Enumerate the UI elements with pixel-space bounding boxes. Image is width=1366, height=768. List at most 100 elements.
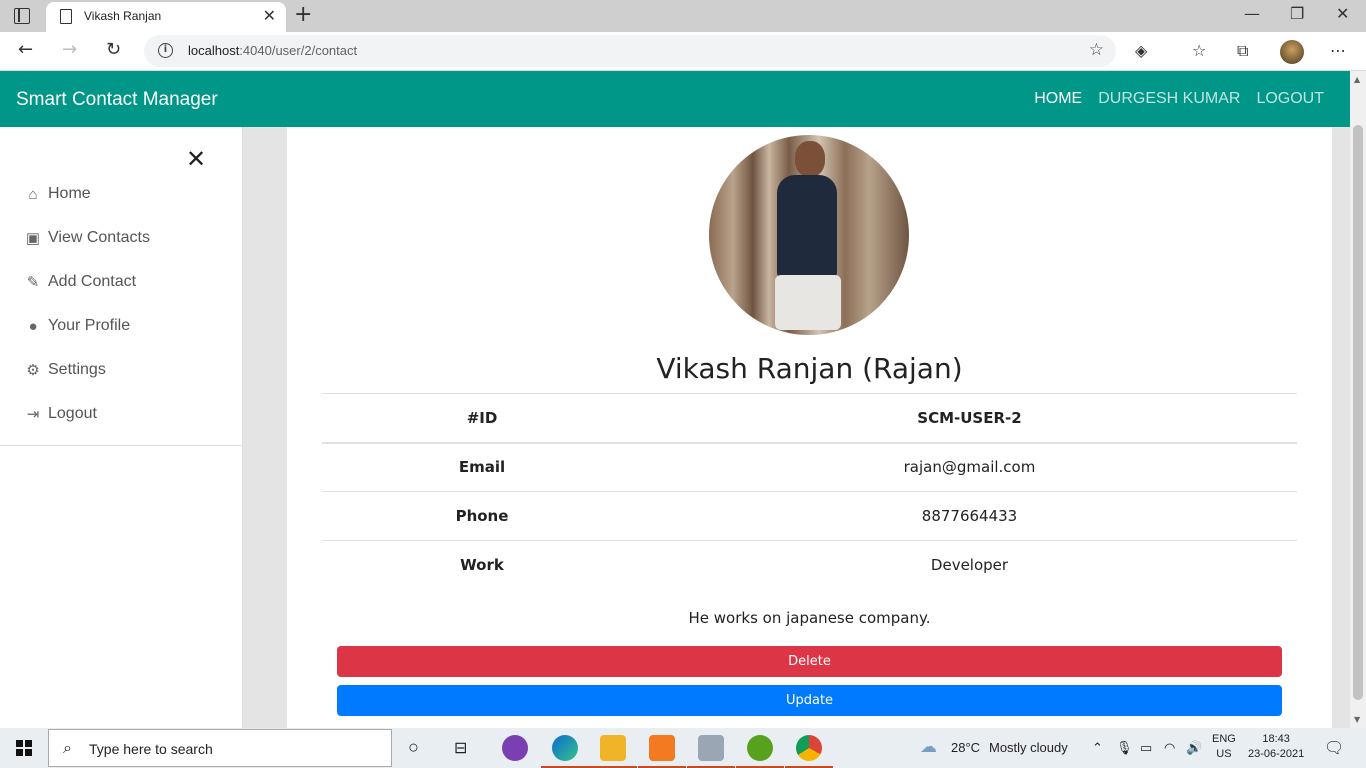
contact-name: Vikash Ranjan (Rajan)	[656, 352, 963, 385]
clock-date: 23-06-2021	[1248, 748, 1305, 760]
more-icon[interactable]: ⋯	[1330, 41, 1346, 60]
tab-actions-icon[interactable]	[14, 8, 30, 24]
browser-tab[interactable]: Vikash Ranjan ✕	[46, 2, 286, 32]
update-button[interactable]: Update	[337, 685, 1282, 716]
sidebar-item-settings[interactable]: ⚙ Settings	[24, 361, 106, 379]
file-explorer-icon[interactable]	[589, 735, 637, 768]
sidebar-item-logout[interactable]: ⇥ Logout	[24, 405, 97, 423]
sidebar: ✕ ⌂ Home ▣ View Contacts ✎ Add Contact ●…	[0, 127, 243, 728]
close-sidebar-icon[interactable]: ✕	[186, 145, 206, 173]
weather-icon[interactable]: ☁	[920, 737, 937, 757]
sidebar-item-label: Settings	[48, 361, 106, 378]
close-window-icon[interactable]: ✕	[1336, 4, 1349, 23]
chrome-icon[interactable]	[785, 735, 833, 768]
contact-photo	[709, 135, 909, 335]
cortana-icon[interactable]: ○	[408, 737, 419, 758]
browser-toolbar: ← → ↻ i localhost:4040/user/2/contact ☆ …	[0, 32, 1366, 71]
contact-description: He works on japanese company.	[688, 609, 931, 627]
table-cell-value: rajan@gmail.com	[642, 442, 1297, 492]
table-cell-key: Phone	[322, 491, 642, 541]
nav-home-link[interactable]: HOME	[1034, 90, 1082, 108]
microphone-icon[interactable]: 🎙	[1116, 740, 1133, 756]
brand-title[interactable]: Smart Contact Manager	[16, 89, 218, 111]
forward-icon[interactable]: →	[62, 39, 77, 60]
nav-user-link[interactable]: DURGESH KUMAR	[1098, 90, 1240, 108]
add-favorite-icon[interactable]: ☆	[1089, 40, 1104, 60]
spring-tool-icon[interactable]	[736, 735, 784, 768]
database-icon[interactable]	[687, 735, 735, 768]
battery-icon[interactable]: ▭	[1140, 740, 1152, 756]
app-icon-sts[interactable]	[502, 735, 528, 761]
edge-browser-icon[interactable]	[541, 735, 589, 768]
network-icon[interactable]: ◠	[1164, 740, 1175, 756]
pencil-icon: ✎	[26, 274, 40, 291]
address-card-icon: ▣	[25, 230, 41, 247]
sidebar-item-label: Home	[48, 185, 91, 202]
sidebar-item-view-contacts[interactable]: ▣ View Contacts	[24, 229, 150, 247]
language-indicator[interactable]: ENG US	[1212, 732, 1236, 762]
scrollbar-thumb[interactable]	[1353, 125, 1363, 700]
user-circle-icon: ●	[28, 317, 38, 335]
sidebar-item-label: View Contacts	[48, 229, 150, 246]
search-icon: ⌕	[63, 738, 72, 757]
nav-logout-link[interactable]: LOGOUT	[1256, 90, 1324, 108]
maximize-icon[interactable]: ❐	[1290, 4, 1304, 23]
chevron-up-icon[interactable]: ⌃	[1092, 740, 1103, 756]
favorites-icon[interactable]: ☆	[1192, 41, 1206, 60]
page-scrollbar[interactable]: ▲ ▼	[1350, 71, 1366, 728]
volume-icon[interactable]: 🔊	[1186, 740, 1202, 756]
profile-avatar[interactable]	[1280, 40, 1304, 64]
extension-icon[interactable]: ◈	[1135, 41, 1147, 60]
address-bar[interactable]: i localhost:4040/user/2/contact ☆	[144, 35, 1116, 67]
taskbar-search-input[interactable]: ⌕ Type here to search	[48, 729, 392, 767]
table-header-value: SCM-USER-2	[642, 393, 1297, 444]
delete-button[interactable]: Delete	[337, 646, 1282, 677]
content-gutter-right	[1332, 127, 1350, 728]
reload-icon[interactable]: ↻	[106, 39, 121, 60]
sidebar-item-label: Add Contact	[48, 273, 137, 290]
sidebar-divider	[0, 445, 243, 446]
tab-title: Vikash Ranjan	[84, 9, 162, 23]
back-icon[interactable]: ←	[18, 39, 33, 60]
table-cell-key: Work	[322, 540, 642, 590]
url-text[interactable]: localhost:4040/user/2/contact	[188, 43, 357, 58]
info-icon[interactable]: i	[158, 43, 173, 58]
photo-shorts-shape	[775, 275, 841, 330]
task-view-icon[interactable]: ⊟	[454, 738, 467, 758]
taskbar-clock[interactable]: 18:43 23-06-2021	[1248, 732, 1304, 762]
xampp-icon[interactable]	[638, 735, 686, 768]
table-header-key: #ID	[322, 393, 642, 444]
new-tab-button[interactable]: +	[294, 2, 312, 27]
table-cell-key: Email	[322, 442, 642, 492]
sidebar-item-home[interactable]: ⌂ Home	[24, 185, 91, 203]
collections-icon[interactable]: ⧉	[1237, 41, 1248, 61]
sidebar-item-your-profile[interactable]: ● Your Profile	[24, 317, 130, 335]
notification-icon[interactable]: 🗨	[1324, 738, 1344, 758]
browser-tabstrip: Vikash Ranjan ✕ + — ❐ ✕	[0, 0, 1366, 32]
close-tab-icon[interactable]: ✕	[263, 6, 276, 25]
weather-text[interactable]: Mostly cloudy	[989, 740, 1068, 755]
windows-taskbar: ⌕ Type here to search ○ ⊟ ☁ 28°C Mostly …	[0, 728, 1366, 768]
home-icon: ⌂	[28, 185, 38, 203]
app-navbar: Smart Contact Manager HOME DURGESH KUMAR…	[0, 71, 1350, 127]
clock-time: 18:43	[1262, 733, 1290, 745]
contact-detail-card: Vikash Ranjan (Rajan) #ID SCM-USER-2 Ema…	[287, 127, 1332, 728]
table-row: Work Developer	[322, 540, 1297, 590]
table-row: Phone 8877664433	[322, 491, 1297, 541]
photo-head-shape	[795, 141, 825, 177]
table-row: Email rajan@gmail.com	[322, 442, 1297, 492]
table-cell-value: Developer	[642, 540, 1297, 590]
page-icon	[60, 9, 72, 24]
sidebar-item-add-contact[interactable]: ✎ Add Contact	[24, 273, 136, 291]
table-cell-value: 8877664433	[642, 491, 1297, 541]
scroll-down-icon[interactable]: ▼	[1354, 715, 1360, 724]
scroll-up-icon[interactable]: ▲	[1354, 75, 1360, 84]
weather-temp[interactable]: 28°C	[951, 740, 980, 755]
minimize-icon[interactable]: —	[1244, 4, 1260, 23]
sidebar-item-label: Your Profile	[48, 317, 131, 334]
table-header-row: #ID SCM-USER-2	[322, 393, 1297, 444]
photo-torso-shape	[777, 175, 837, 280]
content-gutter-left	[243, 127, 287, 728]
windows-start-icon[interactable]	[16, 740, 32, 756]
search-placeholder: Type here to search	[89, 741, 213, 757]
